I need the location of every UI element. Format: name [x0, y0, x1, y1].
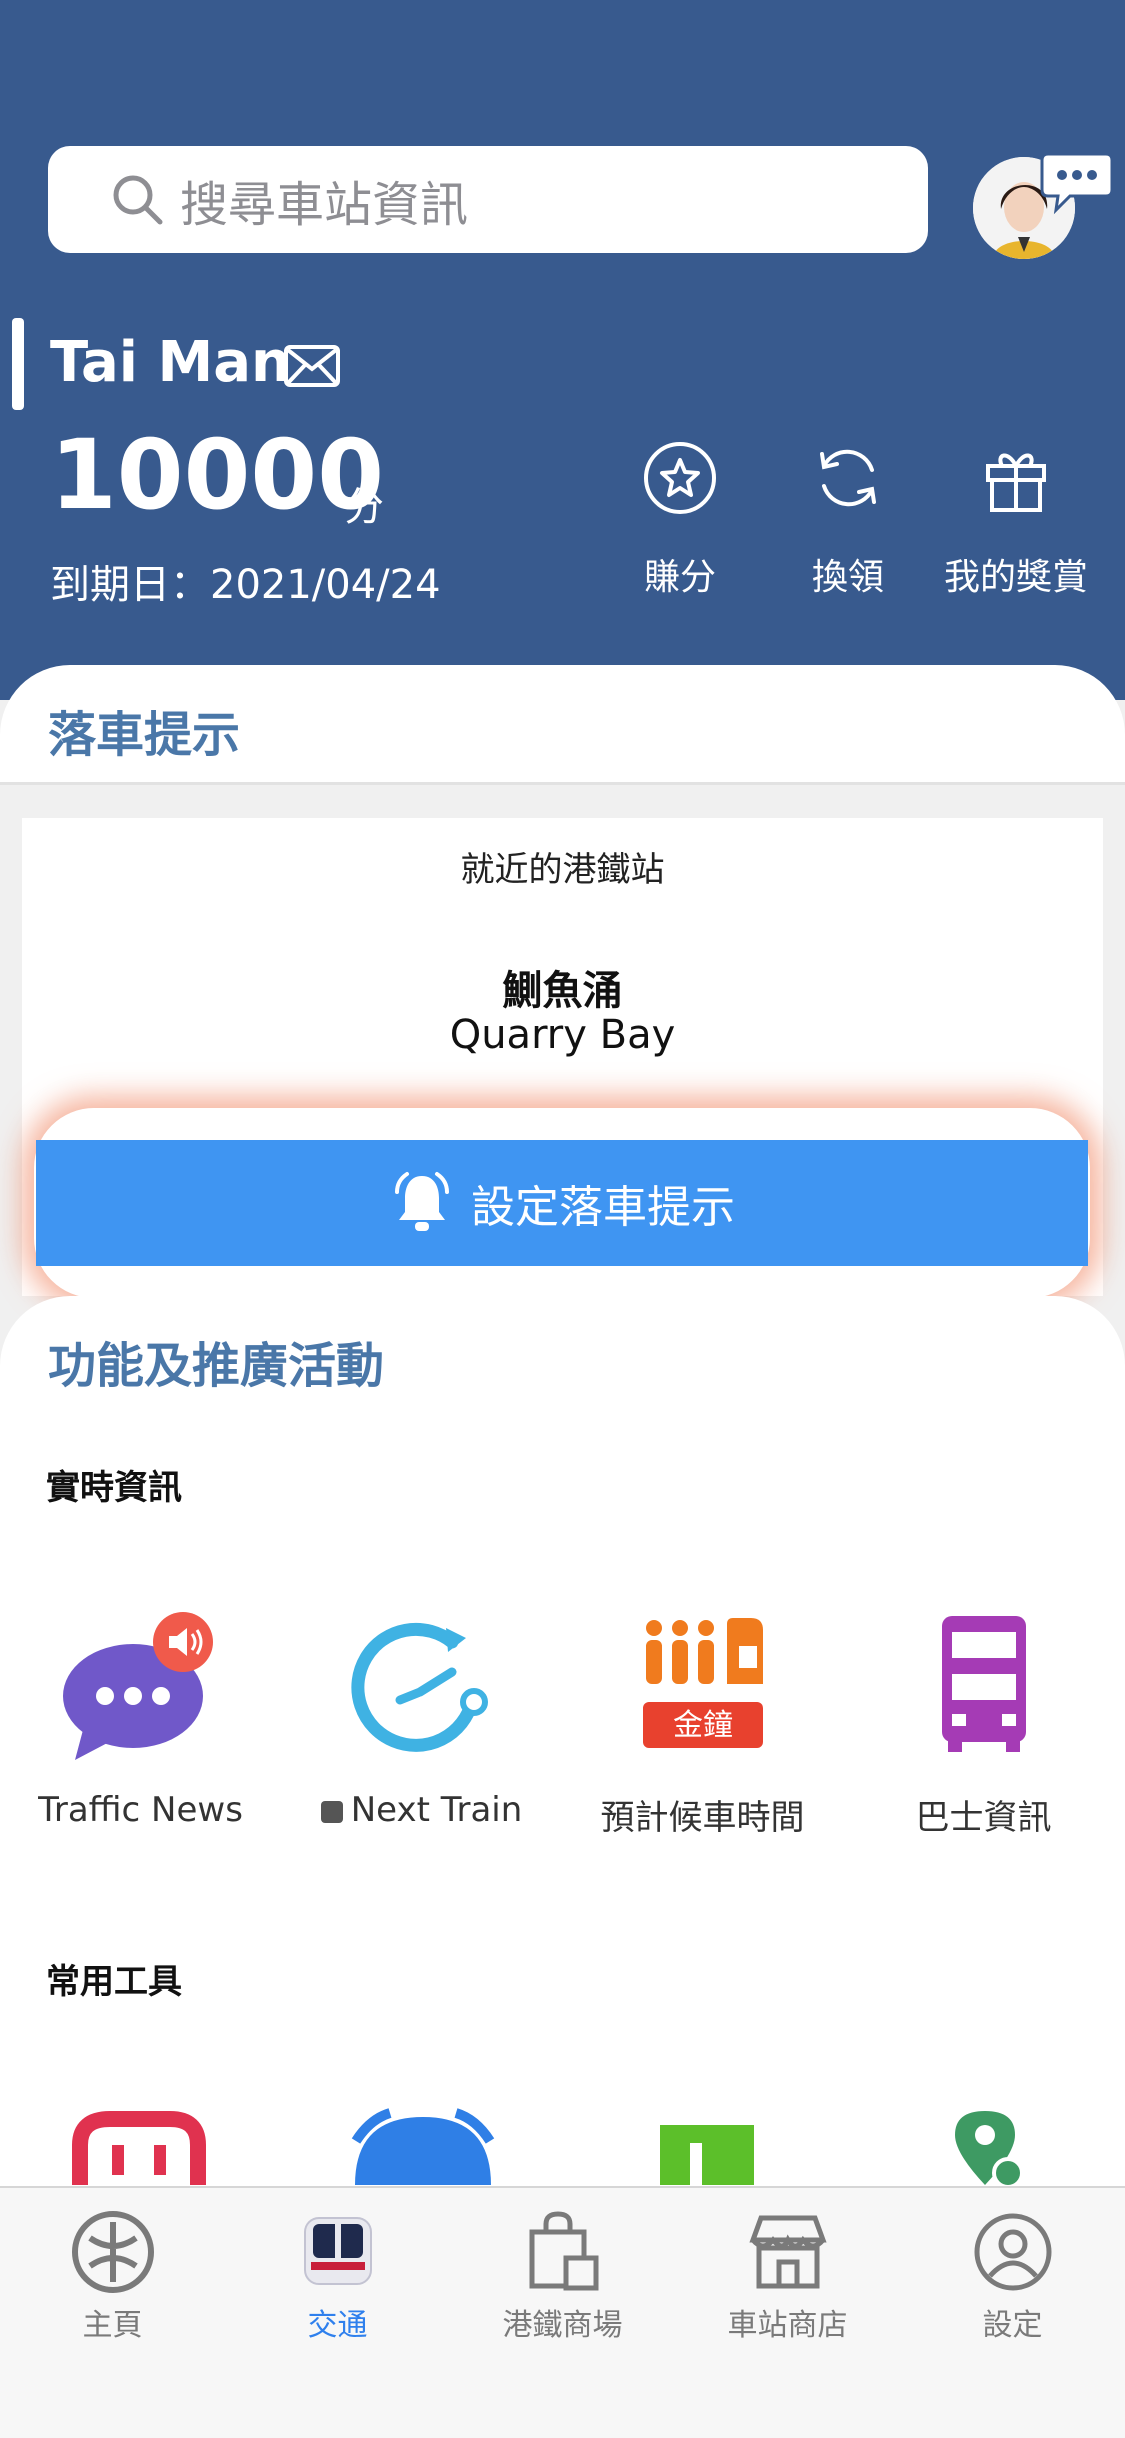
next-train-tile[interactable]: Next Train — [281, 1610, 562, 1830]
train-icon — [303, 2217, 372, 2285]
bell-icon — [395, 1172, 449, 1231]
features-title: 功能及推廣活動 — [48, 1338, 385, 1394]
copy-icon — [320, 1801, 343, 1823]
shop-icon — [748, 2215, 827, 2289]
tab-transport[interactable]: 交通 — [225, 2210, 450, 2344]
station-name-en: Quarry Bay — [449, 1012, 676, 1058]
tab-label: 車站商店 — [727, 2308, 848, 2343]
tab-bar: 主頁 交通 港鐵商場 車站商店 設定 — [0, 2186, 1125, 2438]
name-accent-bar — [12, 318, 24, 410]
set-alight-alert-button[interactable]: 設定落車提示 — [36, 1140, 1088, 1266]
tile-label: 預計候車時間 — [600, 1798, 805, 1838]
tile-label: 巴士資訊 — [915, 1798, 1052, 1838]
tools-icons-row — [72, 2108, 1024, 2185]
bus-icon — [941, 1616, 1026, 1752]
mtr-logo-icon — [71, 2211, 154, 2293]
tab-settings[interactable]: 設定 — [900, 2210, 1125, 2344]
action-label: 換領 — [811, 557, 884, 598]
tab-home[interactable]: 主頁 — [0, 2210, 225, 2344]
chat-bubble-icon — [62, 1612, 213, 1760]
chat-bubble-icon[interactable] — [1040, 150, 1114, 218]
search-placeholder: 搜尋車站資訊 — [180, 176, 469, 233]
tile-label: Next Train — [281, 1790, 562, 1830]
tab-label: 設定 — [982, 2308, 1043, 2343]
set-alight-alert-label: 設定落車提示 — [471, 1182, 735, 1233]
alight-alert-title: 落車提示 — [48, 707, 241, 763]
nearby-station-label: 就近的港鐵站 — [460, 850, 665, 890]
gift-icon — [986, 453, 1046, 512]
station-badge: 金鐘 — [673, 1708, 733, 1743]
tab-label: 交通 — [307, 2308, 368, 2343]
search-icon — [113, 175, 163, 225]
mail-icon[interactable] — [284, 345, 340, 387]
bus-info-tile[interactable]: 巴士資訊 — [843, 1610, 1124, 1838]
station-name-zh: 鰂魚涌 — [502, 968, 623, 1014]
member-name: Tai Man — [50, 330, 291, 395]
tile-label: Traffic News — [38, 1790, 243, 1830]
my-rewards-button[interactable]: 我的獎賞 — [936, 440, 1096, 600]
next-train-label: Next Train — [350, 1790, 523, 1830]
search-input[interactable]: 搜尋車站資訊 — [48, 146, 928, 253]
points-value: 10000 — [50, 419, 384, 531]
tab-label: 港鐵商場 — [502, 2308, 623, 2343]
tab-mtr-malls[interactable]: 港鐵商場 — [450, 2210, 675, 2344]
tab-station-shops[interactable]: 車站商店 — [675, 2210, 900, 2344]
expiry-date: 到期日：2021/04/24 — [50, 562, 441, 608]
user-icon — [974, 2213, 1051, 2291]
realtime-info-heading: 實時資訊 — [46, 1468, 182, 1508]
tab-label: 主頁 — [82, 2308, 143, 2343]
common-tools-heading: 常用工具 — [46, 1962, 182, 2002]
points-unit: 分 — [344, 484, 384, 530]
shopping-bag-icon — [529, 2211, 598, 2291]
star-icon — [644, 442, 716, 514]
earn-points-button[interactable]: 賺分 — [600, 440, 760, 600]
redeem-button[interactable]: 換領 — [768, 440, 928, 600]
clock-icon — [350, 1622, 488, 1752]
refresh-icon — [820, 449, 876, 507]
waiting-time-tile[interactable]: 金鐘 預計候車時間 — [562, 1610, 843, 1838]
action-label: 我的獎賞 — [943, 557, 1088, 598]
action-label: 賺分 — [643, 557, 716, 598]
traffic-news-tile[interactable]: Traffic News — [0, 1610, 281, 1830]
queue-icon: 金鐘 — [642, 1618, 763, 1748]
